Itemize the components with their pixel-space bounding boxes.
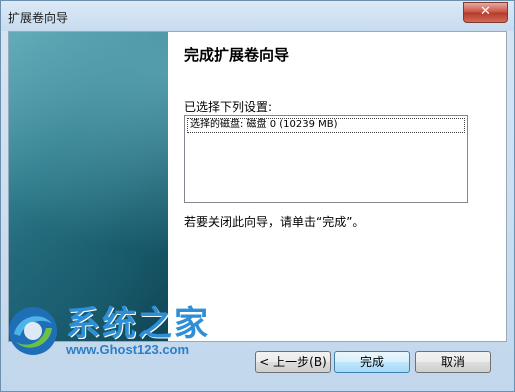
wizard-window: 扩展卷向导 ✕ 完成扩展卷向导 已选择下列设置: 选择的磁盘: 磁盘 0 (10… <box>0 0 515 392</box>
finish-instruction: 若要关闭此向导，请单击“完成”。 <box>184 215 365 229</box>
settings-item[interactable]: 选择的磁盘: 磁盘 0 (10239 MB) <box>187 118 465 133</box>
cancel-button[interactable]: 取消 <box>415 351 491 373</box>
page-title: 完成扩展卷向导 <box>184 46 290 64</box>
close-button[interactable]: ✕ <box>463 2 508 23</box>
finish-button[interactable]: 完成 <box>334 351 410 373</box>
close-icon: ✕ <box>480 4 491 19</box>
button-bar: < 上一步(B) 完成 取消 <box>1 342 514 391</box>
wizard-content: 完成扩展卷向导 已选择下列设置: 选择的磁盘: 磁盘 0 (10239 MB) … <box>8 31 507 342</box>
title-bar[interactable]: 扩展卷向导 ✕ <box>1 1 514 31</box>
back-button[interactable]: < 上一步(B) <box>255 351 331 373</box>
side-banner <box>9 32 168 341</box>
settings-list[interactable]: 选择的磁盘: 磁盘 0 (10239 MB) <box>184 115 468 203</box>
window-title: 扩展卷向导 <box>8 11 69 25</box>
settings-label: 已选择下列设置: <box>184 100 273 114</box>
